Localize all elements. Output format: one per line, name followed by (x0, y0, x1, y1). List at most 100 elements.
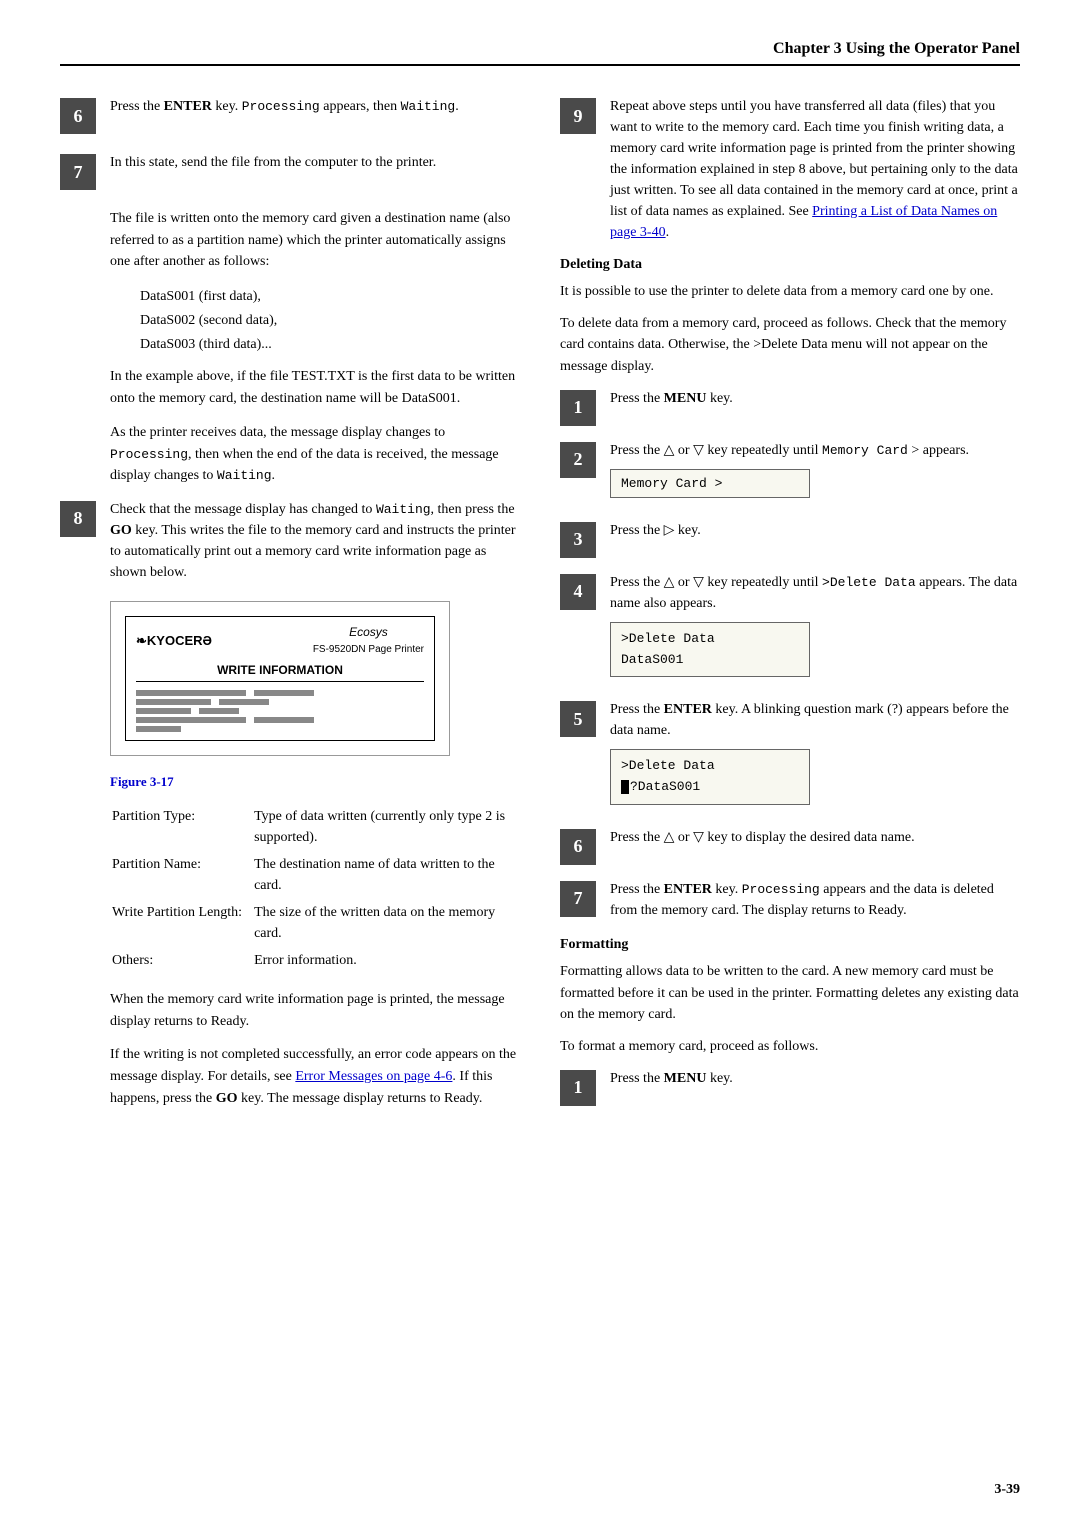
chapter-header: Chapter 3 Using the Operator Panel (60, 40, 1020, 66)
delete-step-5-text: Press the ENTER key. A blinking question… (610, 699, 1020, 741)
delete-step-6-block: 6 Press the △ or ▽ key to display the de… (560, 827, 1020, 865)
lcd-line-2: DataS001 (621, 650, 799, 671)
mock-row-4 (136, 717, 424, 723)
format-step-1-block: 1 Press the MENU key. (560, 1068, 1020, 1106)
lcd-memory-card: Memory Card > (610, 469, 810, 498)
mock-row-1 (136, 690, 424, 696)
formatting-intro-2: To format a memory card, proceed as foll… (560, 1036, 1020, 1058)
delete-step-2-block: 2 Press the △ or ▽ key repeatedly until … (560, 440, 1020, 506)
menu-key-label-1: MENU (664, 391, 707, 406)
waiting-text: Waiting (401, 99, 456, 114)
data-list-item-2: DataS002 (second data), (140, 309, 520, 333)
step-9-content: Repeat above steps until you have transf… (610, 96, 1020, 243)
chapter-title: Chapter 3 Using the Operator Panel (773, 40, 1020, 57)
formatting-heading: Formatting (560, 937, 1020, 953)
left-para-4: When the memory card write information p… (110, 989, 520, 1032)
mock-row-2 (136, 699, 424, 705)
step-7-block: 7 In this state, send the file from the … (60, 152, 520, 190)
step-7-content: In this state, send the file from the co… (110, 152, 520, 173)
delete-step-7-content: Press the ENTER key. Processing appears … (610, 879, 1020, 921)
ecosys-section: Ecosys FS-9520DN Page Printer (313, 625, 424, 657)
mock-bars (136, 690, 424, 732)
step-7-text: In this state, send the file from the co… (110, 152, 520, 173)
bar (136, 717, 246, 723)
left-column: 6 Press the ENTER key. Processing appear… (60, 96, 520, 1121)
delete-step-4-text: Press the △ or ▽ key repeatedly until >D… (610, 572, 1020, 614)
write-info-title: WRITE INFORMATION (136, 663, 424, 682)
page: Chapter 3 Using the Operator Panel 6 Pre… (0, 0, 1080, 1528)
go-key-label: GO (110, 523, 132, 538)
bar (136, 726, 181, 732)
bar (254, 717, 314, 723)
mock-row-3 (136, 708, 424, 714)
step-8-block: 8 Check that the message display has cha… (60, 499, 520, 583)
lcd-del-line-1: >Delete Data (621, 756, 799, 777)
figure-inner: ❧KYOCERƏ Ecosys FS-9520DN Page Printer W… (125, 616, 435, 741)
field-label-partition-type: Partition Type: (112, 804, 252, 850)
go-key-label-2: GO (216, 1091, 238, 1106)
delete-step-2-content: Press the △ or ▽ key repeatedly until Me… (610, 440, 1020, 506)
figure-box: ❧KYOCERƏ Ecosys FS-9520DN Page Printer W… (110, 601, 450, 756)
table-row: Write Partition Length: The size of the … (112, 900, 522, 946)
printing-list-link[interactable]: Printing a List of Data Names on page 3-… (610, 204, 997, 240)
delete-step-2-text: Press the △ or ▽ key repeatedly until Me… (610, 440, 1020, 461)
field-value-write-partition: The size of the written data on the memo… (254, 900, 522, 946)
delete-data-mono: >Delete Data (822, 575, 916, 590)
lcd-delete-data-2: >Delete Data ?DataS001 (610, 749, 810, 805)
step-8-text: Check that the message display has chang… (110, 499, 520, 583)
step-7-number: 7 (60, 154, 96, 190)
left-para-2: In the example above, if the file TEST.T… (110, 366, 520, 409)
enter-key-label: ENTER (164, 99, 212, 114)
step-6-text: Press the ENTER key. Processing appears,… (110, 96, 520, 117)
delete-step-4-block: 4 Press the △ or ▽ key repeatedly until … (560, 572, 1020, 686)
waiting-mono-2: Waiting (376, 502, 431, 517)
delete-step-2-number: 2 (560, 442, 596, 478)
bar (199, 708, 239, 714)
kyocera-logo: ❧KYOCERƏ (136, 633, 212, 649)
field-value-others: Error information. (254, 948, 522, 973)
field-value-partition-name: The destination name of data written to … (254, 852, 522, 898)
data-list-item-1: DataS001 (first data), (140, 285, 520, 309)
delete-step-1-text: Press the MENU key. (610, 388, 1020, 409)
field-label-write-partition: Write Partition Length: (112, 900, 252, 946)
printer-model: FS-9520DN Page Printer (313, 644, 424, 655)
processing-mono: Processing (110, 447, 188, 462)
delete-step-3-number: 3 (560, 522, 596, 558)
delete-step-5-number: 5 (560, 701, 596, 737)
delete-step-6-text: Press the △ or ▽ key to display the desi… (610, 827, 1020, 848)
table-row: Partition Type: Type of data written (cu… (112, 804, 522, 850)
enter-key-label-3: ENTER (664, 882, 712, 897)
deleting-intro-1: It is possible to use the printer to del… (560, 281, 1020, 303)
left-para-1: The file is written onto the memory card… (110, 208, 520, 273)
figure-label: Figure 3-17 (110, 774, 520, 790)
table-row: Partition Name: The destination name of … (112, 852, 522, 898)
delete-step-5-block: 5 Press the ENTER key. A blinking questi… (560, 699, 1020, 813)
data-list: DataS001 (first data), DataS002 (second … (140, 285, 520, 356)
delete-step-4-content: Press the △ or ▽ key repeatedly until >D… (610, 572, 1020, 686)
delete-step-3-text: Press the ▷ key. (610, 520, 1020, 541)
format-step-1-content: Press the MENU key. (610, 1068, 1020, 1089)
step-9-number: 9 (560, 98, 596, 134)
deleting-data-heading: Deleting Data (560, 257, 1020, 273)
left-para-3: As the printer receives data, the messag… (110, 422, 520, 487)
delete-step-6-number: 6 (560, 829, 596, 865)
right-column: 9 Repeat above steps until you have tran… (560, 96, 1020, 1121)
delete-step-1-block: 1 Press the MENU key. (560, 388, 1020, 426)
deleting-intro-2: To delete data from a memory card, proce… (560, 313, 1020, 378)
error-messages-link[interactable]: Error Messages on page 4-6 (295, 1069, 452, 1084)
left-para-5: If the writing is not completed successf… (110, 1044, 520, 1109)
step-6-number: 6 (60, 98, 96, 134)
delete-step-1-content: Press the MENU key. (610, 388, 1020, 409)
step-8-content: Check that the message display has chang… (110, 499, 520, 583)
processing-mono-2: Processing (742, 882, 820, 897)
step-8-number: 8 (60, 501, 96, 537)
ecosys-logo: Ecosys (349, 625, 388, 639)
menu-key-label-2: MENU (664, 1071, 707, 1086)
field-label-partition-name: Partition Name: (112, 852, 252, 898)
field-table: Partition Type: Type of data written (cu… (110, 802, 524, 975)
figure-header: ❧KYOCERƏ Ecosys FS-9520DN Page Printer (136, 625, 424, 657)
format-step-1-number: 1 (560, 1070, 596, 1106)
memory-card-mono: Memory Card (822, 443, 908, 458)
field-label-others: Others: (112, 948, 252, 973)
two-column-layout: 6 Press the ENTER key. Processing appear… (60, 96, 1020, 1121)
